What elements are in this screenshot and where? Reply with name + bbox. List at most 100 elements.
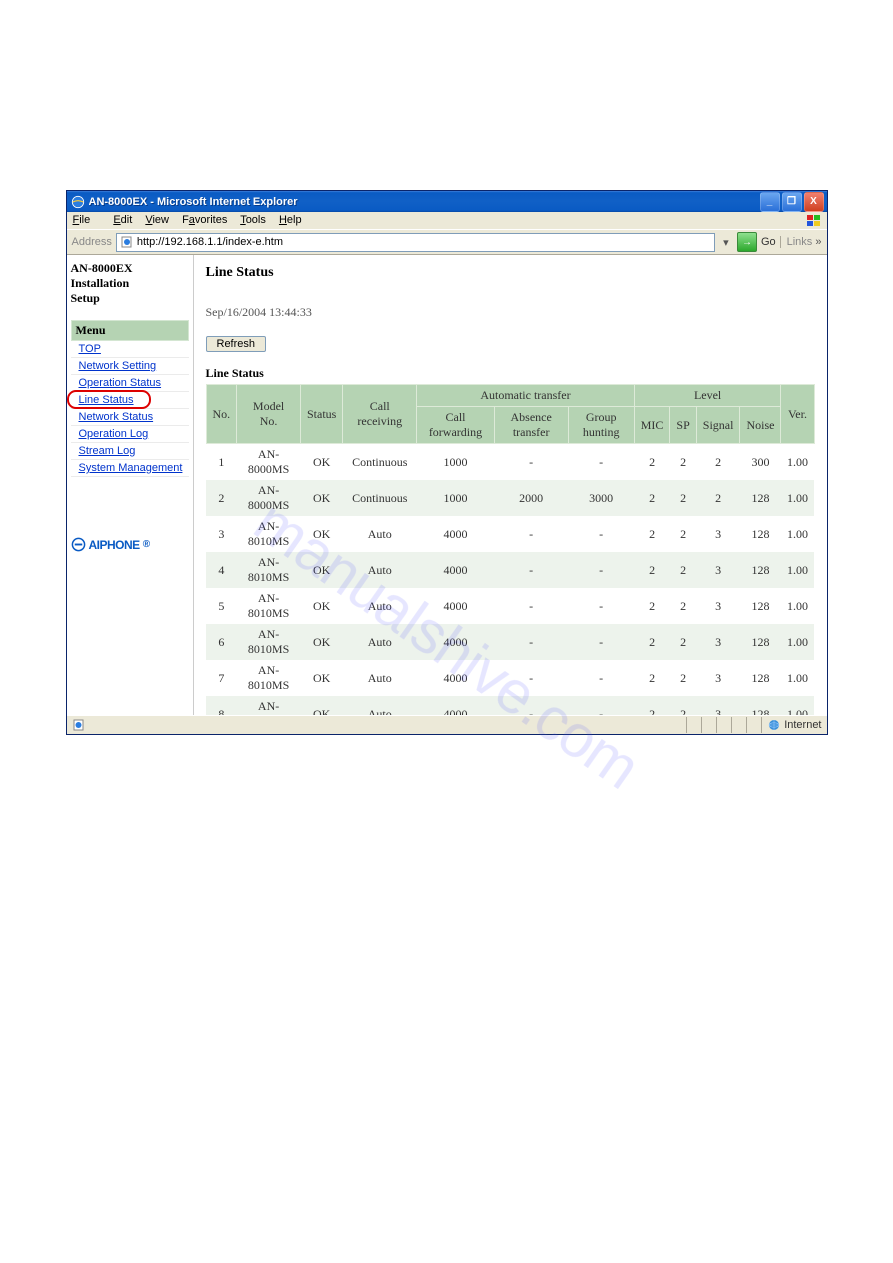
cell-no: 8 bbox=[206, 696, 237, 715]
go-label: Go bbox=[761, 236, 776, 248]
menu-file[interactable]: File bbox=[73, 214, 101, 226]
cell-noise: 128 bbox=[740, 696, 781, 715]
cell-sp: 2 bbox=[670, 444, 696, 481]
cell-fwd: 4000 bbox=[417, 516, 495, 552]
address-label: Address bbox=[72, 236, 112, 248]
cell-no: 1 bbox=[206, 444, 237, 481]
sidebar-item-system-management[interactable]: System Management bbox=[71, 460, 189, 477]
cell-rx: Auto bbox=[343, 516, 417, 552]
th-call-receiving: Call receiving bbox=[343, 385, 417, 444]
cell-abs: - bbox=[494, 444, 568, 481]
cell-sig: 2 bbox=[696, 480, 740, 516]
th-noise: Noise bbox=[740, 407, 781, 444]
cell-sig: 2 bbox=[696, 444, 740, 481]
cell-rx: Auto bbox=[343, 588, 417, 624]
sidebar-item-network-status[interactable]: Network Status bbox=[71, 409, 189, 426]
table-row: 7AN-8010MSOKAuto4000--2231281.00 bbox=[206, 660, 814, 696]
sidebar: AN-8000EX Installation Setup Menu TOP Ne… bbox=[67, 255, 194, 715]
address-dropdown-icon[interactable]: ▾ bbox=[719, 236, 733, 249]
maximize-button[interactable]: ❐ bbox=[782, 192, 802, 212]
cell-rx: Continuous bbox=[343, 480, 417, 516]
cell-fwd: 4000 bbox=[417, 588, 495, 624]
cell-sig: 3 bbox=[696, 552, 740, 588]
cell-status: OK bbox=[300, 624, 342, 660]
cell-noise: 128 bbox=[740, 624, 781, 660]
sidebar-item-operation-status[interactable]: Operation Status bbox=[71, 375, 189, 392]
sidebar-item-operation-log[interactable]: Operation Log bbox=[71, 426, 189, 443]
sidebar-item-network-setting[interactable]: Network Setting bbox=[71, 358, 189, 375]
cell-no: 4 bbox=[206, 552, 237, 588]
cell-mic: 2 bbox=[634, 588, 670, 624]
cell-abs: - bbox=[494, 660, 568, 696]
cell-ver: 1.00 bbox=[781, 552, 814, 588]
page-title: Line Status bbox=[206, 265, 815, 281]
main-panel: Line Status Sep/16/2004 13:44:33 Refresh… bbox=[194, 255, 827, 715]
table-row: 8AN-8010MSOKAuto4000--2231281.00 bbox=[206, 696, 814, 715]
cell-status: OK bbox=[300, 444, 342, 481]
cell-model: AN-8010MS bbox=[237, 516, 301, 552]
address-input[interactable]: http://192.168.1.1/index-e.htm bbox=[116, 233, 715, 252]
cell-rx: Auto bbox=[343, 552, 417, 588]
cell-mic: 2 bbox=[634, 552, 670, 588]
links-label[interactable]: Links bbox=[780, 236, 822, 248]
done-icon bbox=[72, 718, 86, 732]
internet-icon bbox=[768, 719, 780, 731]
cell-sp: 2 bbox=[670, 624, 696, 660]
cell-sp: 2 bbox=[670, 480, 696, 516]
sidebar-item-line-status[interactable]: Line Status bbox=[71, 392, 189, 409]
cell-grp: - bbox=[568, 660, 634, 696]
cell-ver: 1.00 bbox=[781, 516, 814, 552]
menu-favorites[interactable]: Favorites bbox=[182, 214, 227, 226]
cell-model: AN-8010MS bbox=[237, 552, 301, 588]
table-row: 1AN-8000MSOKContinuous1000--2223001.00 bbox=[206, 444, 814, 481]
cell-noise: 128 bbox=[740, 588, 781, 624]
cell-model: AN-8010MS bbox=[237, 696, 301, 715]
cell-noise: 128 bbox=[740, 660, 781, 696]
sidebar-item-stream-log[interactable]: Stream Log bbox=[71, 443, 189, 460]
cell-ver: 1.00 bbox=[781, 696, 814, 715]
window-title: AN-8000EX - Microsoft Internet Explorer bbox=[89, 196, 760, 208]
status-zone: Internet bbox=[761, 717, 821, 733]
cell-abs: - bbox=[494, 696, 568, 715]
cell-model: AN-8000MS bbox=[237, 444, 301, 481]
line-status-table: No. Model No. Status Call receiving Auto… bbox=[206, 384, 815, 715]
cell-mic: 2 bbox=[634, 660, 670, 696]
refresh-button[interactable]: Refresh bbox=[206, 336, 267, 352]
menu-help[interactable]: Help bbox=[279, 214, 302, 226]
menu-tools[interactable]: Tools bbox=[240, 214, 266, 226]
menu-header: Menu bbox=[71, 320, 189, 341]
cell-grp: - bbox=[568, 696, 634, 715]
cell-mic: 2 bbox=[634, 444, 670, 481]
cell-status: OK bbox=[300, 696, 342, 715]
go-button[interactable]: → bbox=[737, 232, 757, 252]
cell-grp: 3000 bbox=[568, 480, 634, 516]
close-button[interactable]: X bbox=[804, 192, 824, 212]
th-model: Model No. bbox=[237, 385, 301, 444]
menu-edit[interactable]: Edit bbox=[113, 214, 132, 226]
cell-status: OK bbox=[300, 480, 342, 516]
cell-noise: 128 bbox=[740, 552, 781, 588]
cell-no: 7 bbox=[206, 660, 237, 696]
cell-sig: 3 bbox=[696, 696, 740, 715]
sidebar-item-top[interactable]: TOP bbox=[71, 341, 189, 358]
cell-ver: 1.00 bbox=[781, 660, 814, 696]
minimize-button[interactable]: _ bbox=[760, 192, 780, 212]
cell-grp: - bbox=[568, 516, 634, 552]
cell-mic: 2 bbox=[634, 696, 670, 715]
th-ver: Ver. bbox=[781, 385, 814, 444]
cell-no: 6 bbox=[206, 624, 237, 660]
table-row: 3AN-8010MSOKAuto4000--2231281.00 bbox=[206, 516, 814, 552]
aiphone-icon bbox=[71, 537, 86, 552]
sidebar-title: AN-8000EX Installation Setup bbox=[71, 261, 189, 306]
cell-status: OK bbox=[300, 660, 342, 696]
cell-grp: - bbox=[568, 444, 634, 481]
cell-status: OK bbox=[300, 552, 342, 588]
cell-mic: 2 bbox=[634, 480, 670, 516]
cell-abs: - bbox=[494, 552, 568, 588]
cell-sp: 2 bbox=[670, 660, 696, 696]
cell-model: AN-8010MS bbox=[237, 624, 301, 660]
cell-fwd: 4000 bbox=[417, 624, 495, 660]
table-row: 5AN-8010MSOKAuto4000--2231281.00 bbox=[206, 588, 814, 624]
cell-model: AN-8010MS bbox=[237, 660, 301, 696]
menu-view[interactable]: View bbox=[145, 214, 169, 226]
